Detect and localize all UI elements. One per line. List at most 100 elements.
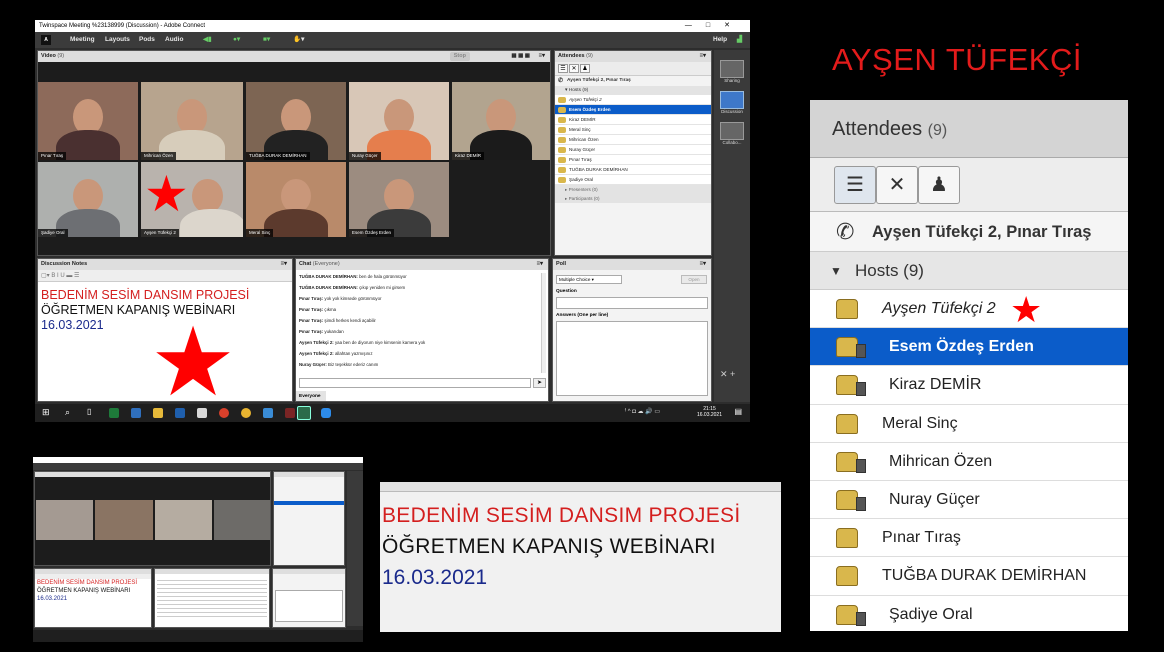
list-view-icon[interactable]: ☰ [834,166,876,204]
poll-answers-input[interactable] [556,321,708,396]
app-icon[interactable] [285,408,295,418]
chat-tab-everyone[interactable]: Everyone [296,391,326,401]
chat-message: Pınar Tıraş: şimdi herkes kendi açabilir [299,318,376,323]
search-icon[interactable]: ⌕ [65,407,70,418]
conference-row[interactable]: ✆ Ayşen Tüfekçi 2, Pınar Tıraş [555,76,711,86]
host-row[interactable]: TUĞBA DURAK DEMİRHAN [555,165,711,175]
host-row[interactable]: Pınar Tıraş [810,519,1128,558]
window-controls[interactable]: —□✕ [685,20,744,32]
small-menubar [33,463,363,470]
mail-icon[interactable] [175,408,185,418]
chrome-icon[interactable] [241,408,251,418]
small-video-tile[interactable] [95,500,153,540]
conference-row[interactable]: ✆ Ayşen Tüfekçi 2, Pınar Tıraş [810,212,1128,252]
host-row[interactable]: TUĞBA DURAK DEMİRHAN [810,557,1128,596]
host-row[interactable]: Ayşen Tüfekçi 2 [555,95,711,105]
grid-view-icon[interactable]: ✕ [569,64,579,73]
host-row[interactable]: Kiraz DEMİR [555,115,711,125]
speaker-icon[interactable]: ◀▮ [203,32,212,48]
video-tile-8[interactable]: Meral Sinç [246,162,346,237]
poll-open-button[interactable]: Open [681,275,707,284]
host-row[interactable]: Ayşen Tüfekçi 2 ★ [810,290,1128,329]
pod-menu-icon[interactable]: ≡▾ [536,259,543,270]
collapse-triangle-icon[interactable]: ▼ [830,252,842,290]
menu-pods[interactable]: Pods [139,32,155,48]
video-tile-9[interactable]: Esem Özdeş Erden [349,162,449,237]
system-tray-icons[interactable]: ᶠ ^ ◘ ☁ 🔊 ▭ [625,408,660,415]
roles-view-icon[interactable]: ♟ [580,64,590,73]
host-row-selected[interactable]: Esem Özdeş Erden [810,328,1128,367]
host-name: Pınar Tıraş [569,157,592,162]
small-video-tile[interactable] [36,500,93,540]
menu-help[interactable]: Help [713,32,727,48]
host-row[interactable]: Şadiye Oral [810,595,1128,631]
host-name: Kiraz DEMİR [889,376,982,394]
poll-question-label: Question [556,289,577,294]
webcam-icon[interactable]: ■▾ [263,32,270,48]
host-device-icon [836,451,866,473]
small-layouts-strip [347,471,363,626]
host-row[interactable]: Mihrican Özen [810,442,1128,481]
layout-tools-icon[interactable]: ✕ + [720,369,735,380]
host-row[interactable]: Pınar Tıraş [555,155,711,165]
pod-menu-icon[interactable]: ≡▾ [538,51,545,62]
video-layout-icons[interactable]: ▦ ▦ ▦ [511,51,530,62]
layout-sharing-thumb[interactable] [720,60,744,78]
stop-button[interactable]: Stop [449,52,470,61]
grid-view-icon[interactable]: ✕ [876,166,918,204]
photos-icon[interactable] [263,408,273,418]
windows-start-icon[interactable]: ⊞ [42,407,50,418]
pod-menu-icon[interactable]: ≡▾ [699,51,706,62]
video-tile-2[interactable]: Mihrican Özen [141,82,243,160]
connect-app-icon[interactable] [297,406,311,420]
host-row-selected[interactable]: Esem Özdeş Erden [555,105,711,115]
paint-icon[interactable] [197,408,207,418]
chat-input[interactable] [299,378,531,388]
video-tile-4[interactable]: Nuray Güçer [349,82,449,160]
zoom-icon[interactable] [321,408,331,418]
conference-names: Ayşen Tüfekçi 2, Pınar Tıraş [567,78,631,83]
host-row[interactable]: Meral Sinç [810,404,1128,443]
chat-send-icon[interactable]: ➤ [533,378,546,388]
pod-menu-icon[interactable]: ≡▾ [280,259,287,270]
layout-collab-thumb[interactable] [720,122,744,140]
hosts-group[interactable]: ▼ Hosts (9) [810,252,1128,290]
menu-audio[interactable]: Audio [165,32,183,48]
opera-icon[interactable] [219,408,229,418]
host-row[interactable]: Kiraz DEMİR [810,366,1128,405]
small-video-tile[interactable] [214,500,270,540]
host-row[interactable]: Nuray Güçer [555,145,711,155]
video-tile-5[interactable]: Kiraz DEMİR [452,82,550,160]
menu-meeting[interactable]: Meeting [70,32,95,48]
host-row[interactable]: Şadiye Oral [555,175,711,185]
pod-menu-icon[interactable]: ≡▾ [699,259,706,270]
task-view-icon[interactable]: ▯ [87,407,91,416]
poll-type-select[interactable]: Multiple Choice ▾ [556,275,622,284]
notes-format-toolbar[interactable]: ▢▾ B I U ▬ ☰ [38,270,292,282]
host-row[interactable]: Nuray Güçer [810,480,1128,520]
video-tile-6[interactable]: Şadiye Oral [38,162,138,237]
video-tile-1[interactable]: Pınar Tıraş [38,82,138,160]
layout-discussion-thumb[interactable] [720,91,744,109]
hosts-group[interactable]: ▾ Hosts (9) [555,86,711,95]
host-row[interactable]: Mihrican Özen [555,135,711,145]
host-row[interactable]: Meral Sinç [555,125,711,135]
clock[interactable]: 21:15 16.03.2021 [697,406,722,418]
raise-hand-icon[interactable]: ✋▾ [293,32,304,48]
small-notes-line-date: 16.03.2021 [37,596,68,602]
poll-question-input[interactable] [556,297,708,309]
small-video-tile[interactable] [155,500,212,540]
small-notes-line-project: BEDENİM SESİM DANSIM PROJESİ [37,580,138,586]
microphone-icon[interactable]: ●▾ [233,32,240,48]
roles-view-icon[interactable]: ♟ [918,166,960,204]
excel-icon[interactable] [109,408,119,418]
presenters-group[interactable]: ▸ Presenters (0) [555,185,711,194]
participants-group[interactable]: ▸ Participants (0) [555,194,711,203]
menu-layouts[interactable]: Layouts [105,32,130,48]
edge-icon[interactable] [131,408,141,418]
list-view-icon[interactable]: ☰ [558,64,568,73]
video-tile-3[interactable]: TUĞBA DURAK DEMİRHAN [246,82,346,160]
notifications-icon[interactable]: ▤ [734,407,742,416]
chat-scrollbar[interactable] [541,273,546,373]
file-explorer-icon[interactable] [153,408,163,418]
